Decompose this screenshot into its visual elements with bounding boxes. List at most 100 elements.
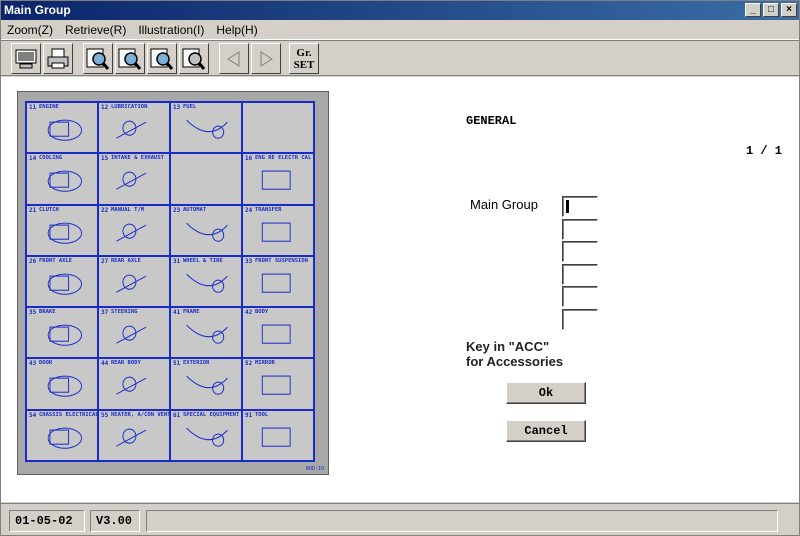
group-cell-label: SPECIAL EQUIPMENT bbox=[183, 411, 240, 418]
part-sketch bbox=[37, 163, 89, 195]
menu-bar: Zoom(Z) Retrieve(R) Illustration(I) Help… bbox=[1, 21, 799, 40]
group-cell[interactable]: 37 STEERING bbox=[98, 307, 170, 359]
part-sketch bbox=[109, 266, 161, 298]
group-set-label-line1: Gr. bbox=[296, 46, 312, 59]
part-sketch bbox=[253, 215, 305, 247]
group-cell[interactable]: 44 REAR BODY bbox=[98, 358, 170, 410]
zoom-in-button[interactable] bbox=[83, 43, 113, 74]
group-illustration[interactable]: 11 ENGINE 12 LUBRICATION 13 FUEL 14 COOLING 15 IN… bbox=[17, 91, 329, 475]
group-cell-number: 14 bbox=[29, 155, 37, 163]
group-cell[interactable]: 51 EXTERIOR bbox=[170, 358, 242, 410]
menu-help[interactable]: Help(H) bbox=[210, 23, 263, 37]
group-cell[interactable]: 13 FUEL bbox=[170, 102, 242, 154]
group-cell[interactable]: 31 WHEEL & TIRE bbox=[170, 255, 242, 308]
menu-illustration[interactable]: Illustration(I) bbox=[132, 23, 210, 37]
print-list-button[interactable] bbox=[43, 43, 73, 74]
group-cell[interactable]: 16 ENG RE ELECTR CAL bbox=[242, 153, 314, 205]
minimize-button[interactable]: _ bbox=[745, 3, 761, 17]
part-sketch bbox=[181, 420, 233, 452]
close-button[interactable]: × bbox=[781, 3, 797, 17]
group-set-button[interactable]: Gr. SET bbox=[289, 43, 319, 74]
menu-retrieve[interactable]: Retrieve(R) bbox=[59, 23, 132, 37]
print-screen-button[interactable] bbox=[11, 43, 41, 74]
part-sketch bbox=[37, 420, 89, 452]
group-cell-number: 15 bbox=[101, 155, 109, 163]
main-group-input-5[interactable] bbox=[562, 286, 598, 308]
group-cell[interactable]: 61 SPECIAL EQUIPMENT bbox=[170, 409, 242, 461]
group-cell[interactable]: 54 CHASSIS ELECTRICAL bbox=[26, 409, 98, 461]
group-cell[interactable]: 11 ENGINE bbox=[26, 102, 98, 154]
group-cell[interactable]: 52 MIRROR bbox=[242, 358, 314, 410]
magnifier-icon bbox=[118, 48, 142, 70]
group-cell-number: 23 bbox=[173, 206, 181, 214]
group-cell-label: HEATER, A/CON VENTILATION bbox=[111, 411, 169, 418]
group-cell[interactable]: 23 AUTOMAT bbox=[170, 204, 242, 256]
group-cell[interactable]: 26 FRONT AXLE bbox=[26, 255, 98, 308]
main-group-input-3[interactable] bbox=[562, 241, 598, 263]
group-cell[interactable]: 55HEATER, A/CON VENTILATION bbox=[98, 409, 170, 461]
menu-zoom[interactable]: Zoom(Z) bbox=[1, 23, 59, 37]
zoom-out-button[interactable] bbox=[115, 43, 145, 74]
main-group-input-2[interactable] bbox=[562, 218, 598, 240]
group-cell-label: ENGINE bbox=[39, 104, 59, 110]
part-sketch bbox=[109, 317, 161, 349]
part-sketch bbox=[253, 368, 305, 400]
status-date: 01-05-02 bbox=[9, 510, 85, 532]
group-cell[interactable]: 15 INTAKE & EXHAUST bbox=[98, 153, 170, 205]
group-cell-label: FRONT SUSPENSION bbox=[255, 257, 308, 264]
group-cell[interactable] bbox=[242, 102, 314, 154]
group-cell[interactable]: 91 TOOL bbox=[242, 409, 314, 461]
zoom-fit-button[interactable] bbox=[147, 43, 177, 74]
group-cell[interactable]: 41 FRAME bbox=[170, 307, 242, 359]
content-area: 11 ENGINE 12 LUBRICATION 13 FUEL 14 COOLING 15 IN… bbox=[1, 77, 799, 502]
group-cell-label: FRONT AXLE bbox=[39, 257, 73, 264]
group-cell-label: COOLING bbox=[39, 155, 63, 162]
part-sketch bbox=[37, 215, 89, 247]
group-cell[interactable]: 12 LUBRICATION bbox=[98, 102, 170, 154]
ok-button[interactable]: Ok bbox=[506, 382, 586, 404]
printer-icon bbox=[47, 48, 69, 68]
part-sketch bbox=[37, 317, 89, 349]
page-indicator: 1 / 1 bbox=[746, 144, 783, 158]
main-group-input-1[interactable] bbox=[562, 196, 598, 217]
group-cell[interactable]: 24 TRANSFER bbox=[242, 204, 314, 256]
group-cell-number: 37 bbox=[101, 309, 109, 317]
group-cell-number: 12 bbox=[101, 104, 109, 111]
group-cell-number: 55 bbox=[101, 411, 109, 419]
group-cell[interactable]: 21 CLUTCH bbox=[26, 204, 98, 256]
main-group-inputs bbox=[562, 196, 598, 332]
main-group-input-4[interactable] bbox=[562, 263, 598, 285]
main-group-input-6[interactable] bbox=[562, 308, 598, 330]
part-sketch bbox=[181, 317, 233, 349]
group-cell-label: CLUTCH bbox=[39, 206, 59, 213]
group-cell-label: INTAKE & EXHAUST bbox=[111, 155, 164, 162]
part-sketch bbox=[181, 266, 233, 298]
monitor-icon bbox=[15, 49, 37, 68]
hint-line-2: for Accessories bbox=[466, 354, 564, 369]
group-cell[interactable] bbox=[170, 153, 242, 205]
group-cell-label: BRAKE bbox=[39, 309, 56, 316]
group-cell[interactable]: 22 MANUAL T/M bbox=[98, 204, 170, 256]
group-cell[interactable]: 33 FRONT SUSPENSION bbox=[242, 255, 314, 308]
arrow-left-icon bbox=[227, 50, 240, 67]
previous-page-button[interactable] bbox=[219, 43, 249, 74]
zoom-reset-button[interactable] bbox=[179, 43, 209, 74]
group-cell-number: 91 bbox=[245, 411, 253, 419]
maximize-button[interactable]: □ bbox=[763, 3, 779, 17]
group-cell-number: 43 bbox=[29, 360, 37, 368]
group-cell[interactable]: 42 BODY bbox=[242, 307, 314, 359]
group-cell-label: FUEL bbox=[183, 104, 197, 110]
magnifier-icon bbox=[86, 48, 110, 70]
group-cell[interactable]: 27 REAR AXLE bbox=[98, 255, 170, 308]
group-cell[interactable]: 35 BRAKE bbox=[26, 307, 98, 359]
group-cell[interactable]: 43 DOOR bbox=[26, 358, 98, 410]
next-page-button[interactable] bbox=[251, 43, 281, 74]
group-cell[interactable]: 14 COOLING bbox=[26, 153, 98, 205]
status-version: V3.00 bbox=[90, 510, 140, 532]
cancel-button[interactable]: Cancel bbox=[506, 420, 586, 442]
magnifier-icon bbox=[150, 48, 174, 70]
part-sketch bbox=[109, 215, 161, 247]
group-cell-number: 54 bbox=[29, 411, 37, 419]
title-bar: Main Group _ □ × bbox=[1, 1, 799, 20]
part-sketch bbox=[109, 420, 161, 452]
